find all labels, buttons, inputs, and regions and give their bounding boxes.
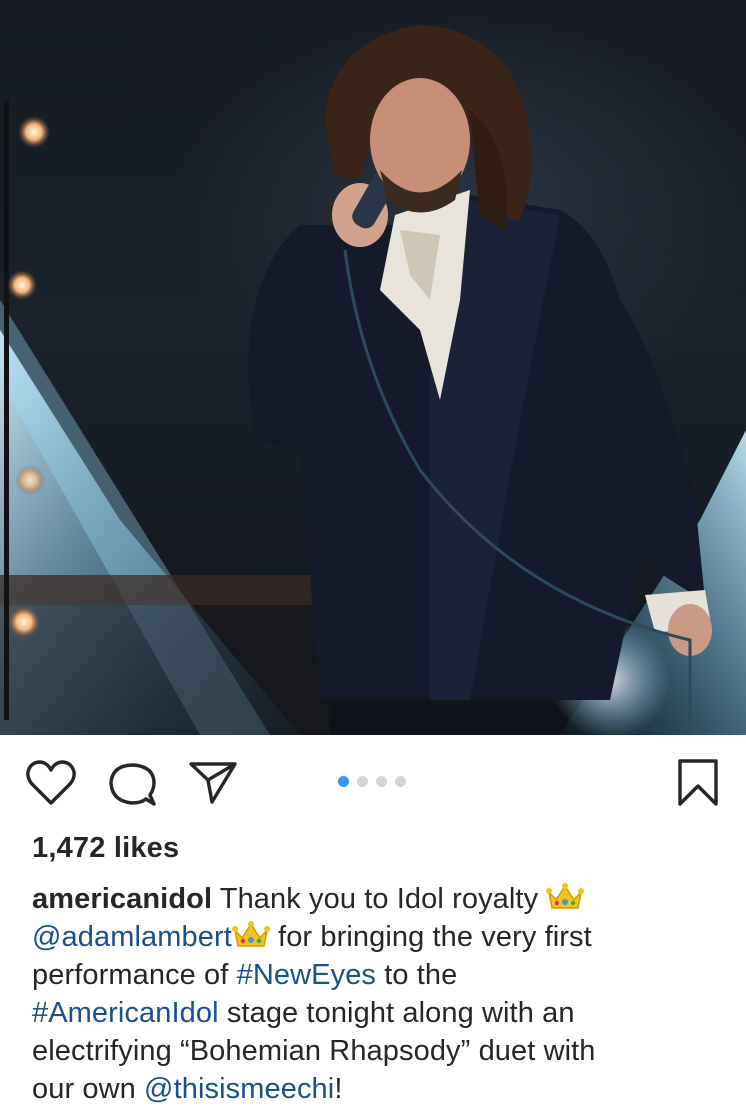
carousel-dot-active bbox=[338, 776, 349, 787]
comment-icon[interactable] bbox=[108, 761, 156, 807]
caption-text: ! bbox=[334, 1073, 343, 1105]
carousel-dot bbox=[395, 776, 406, 787]
carousel-dot bbox=[376, 776, 387, 787]
post-photo[interactable] bbox=[0, 0, 746, 735]
mention-thisismeechi[interactable]: @thisismeechi bbox=[144, 1073, 334, 1105]
caption-text: Thank you to Idol royalty bbox=[219, 883, 539, 915]
caption-text: our own bbox=[32, 1073, 145, 1105]
crown-emoji-icon bbox=[231, 921, 270, 947]
caption-text: electrifying “Bohemian Rhapsody” duet wi… bbox=[32, 1035, 596, 1067]
paper-plane-icon[interactable] bbox=[188, 760, 238, 804]
caption-line-4: #AmericanIdol stage tonight along with a… bbox=[32, 994, 722, 1032]
caption-line-3: performance of #NewEyes to the bbox=[32, 956, 722, 994]
caption-line-6: our own @thisismeechi! bbox=[32, 1070, 722, 1108]
caption-text: stage tonight along with an bbox=[218, 997, 575, 1029]
carousel-dot bbox=[357, 776, 368, 787]
stage-scene bbox=[0, 25, 746, 735]
caption-text: for bringing the very first bbox=[269, 921, 592, 953]
caption-line-5: electrifying “Bohemian Rhapsody” duet wi… bbox=[32, 1032, 722, 1070]
mention-adamlambert[interactable]: @adamlambert bbox=[32, 921, 232, 953]
post-caption: americanidol Thank you to Idol royalty @… bbox=[32, 880, 722, 1108]
hashtag-americanidol[interactable]: #AmericanIdol bbox=[32, 997, 219, 1029]
caption-line-1: americanidol Thank you to Idol royalty bbox=[32, 880, 722, 918]
carousel-indicator bbox=[338, 776, 406, 788]
caption-text: to the bbox=[376, 959, 458, 991]
caption-username[interactable]: americanidol bbox=[32, 883, 212, 915]
caption-text: performance of bbox=[32, 959, 237, 991]
like-count[interactable]: 1,472 likes bbox=[32, 832, 179, 865]
caption-line-2: @adamlambert for bringing the very first bbox=[32, 918, 722, 956]
bookmark-icon[interactable] bbox=[676, 758, 720, 808]
crown-emoji-icon bbox=[546, 883, 585, 909]
heart-icon[interactable] bbox=[26, 760, 76, 806]
hashtag-neweyes[interactable]: #NewEyes bbox=[237, 959, 376, 991]
